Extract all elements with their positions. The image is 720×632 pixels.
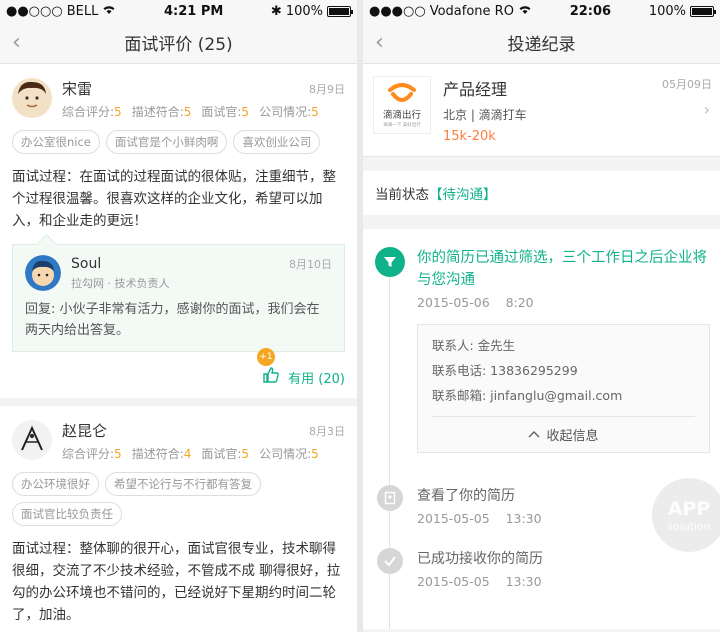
nav-bar: ‹ 投递纪录: [363, 22, 720, 64]
timeline-text: 你的简历已通过筛选，三个工作日之后企业将与您沟通: [417, 250, 707, 288]
chevron-right-icon: ›: [703, 100, 710, 119]
state-label: 当前状态: [375, 187, 429, 203]
avatar[interactable]: [25, 255, 61, 291]
job-salary: 15k-20k: [443, 129, 496, 144]
timeline-text: 已成功接收你的简历: [417, 551, 543, 567]
page-title: 面试评价 (25): [124, 35, 233, 55]
apply-date: 05月09日: [662, 78, 712, 91]
wifi-icon: [102, 4, 116, 19]
reviewer-name: 宋雷: [62, 80, 93, 98]
plus-one-badge: +1: [257, 348, 275, 366]
review-tag: 面试官比较负责任: [12, 502, 122, 526]
score-company: 公司情况:5: [259, 447, 319, 461]
review-tag: 希望不论行与不行都有答复: [105, 472, 261, 496]
review-card: 宋雷 8月9日 综合评分:5 描述符合:5 面试官:5 公司情况:5 办公室很n…: [0, 64, 357, 406]
score-interviewer: 面试官:5: [201, 105, 250, 119]
company-logo: 滴滴出行 滴滴一下 美好出行: [373, 76, 431, 134]
score-overall: 综合评分:5: [62, 105, 122, 119]
score-description: 描述符合:4: [131, 447, 192, 461]
score-description: 描述符合:5: [131, 105, 192, 119]
review-tag: 喜欢创业公司: [233, 130, 321, 154]
score-overall: 综合评分:5: [62, 447, 122, 461]
review-date: 8月3日: [309, 424, 345, 438]
score-interviewer: 面试官:5: [201, 447, 250, 461]
reply-date: 8月10日: [289, 257, 332, 271]
signal-icon: ●●○○○: [6, 3, 63, 19]
current-state: 当前状态 【待沟通】: [363, 171, 720, 215]
contact-info: 联系人: 金先生 联系电话: 13836295299 联系邮箱: jinfang…: [417, 324, 710, 453]
battery-percent: 100%: [648, 3, 686, 19]
resume-viewed-icon: [377, 485, 403, 511]
review-text: 面试过程：在面试的过程面试的很体贴，注重细节，整个过程很温馨。很喜欢这样的企业文…: [12, 169, 336, 229]
avatar[interactable]: [12, 78, 52, 118]
battery-icon: [689, 5, 716, 17]
back-chevron-icon[interactable]: ‹: [12, 30, 21, 55]
timeline-time: 2015-05-05 13:30: [417, 574, 542, 589]
company-reply: Soul 8月10日 拉勾网 · 技术负责人 回复: 小伙子非常有活力，感谢你的…: [12, 244, 345, 352]
score-row: 综合评分:5 描述符合:5 面试官:5 公司情况:5: [62, 103, 345, 120]
review-tag: 办公室很nice: [12, 130, 100, 154]
collapse-info-button[interactable]: 收起信息: [432, 416, 695, 452]
review-tag: 办公环境很好: [12, 472, 99, 496]
filter-icon: [375, 247, 405, 277]
avatar[interactable]: [12, 420, 52, 460]
chevron-up-icon: [528, 427, 541, 442]
tag-list: 办公环境很好 希望不论行与不行都有答复 面试官比较负责任: [12, 472, 345, 526]
reply-text: 回复: 小伙子非常有活力，感谢你的面试，我们会在两天内给出答复。: [25, 302, 320, 338]
status-time: 22:06: [569, 3, 612, 19]
review-text: 面试过程：整体聊的很开心，面试官很专业，技术聊得很细，交流了不少技术经验，不管成…: [12, 541, 341, 623]
timeline-item: 已成功接收你的简历 2015-05-05 13:30: [377, 548, 710, 589]
carrier-label: BELL: [66, 3, 99, 19]
didi-logo-icon: [388, 83, 416, 102]
signal-icon: ●●●○○: [369, 3, 426, 19]
delivery-record-screen: ●●●○○ Vodafone RO 22:06 100% ‹ 投递纪录 滴滴出行…: [363, 0, 720, 632]
tag-list: 办公室很nice 面试官是个小鲜肉啊 喜欢创业公司: [12, 130, 345, 154]
nav-bar: ‹ 面试评价 (25): [0, 22, 357, 64]
status-time: 4:21 PM: [163, 3, 224, 19]
timeline-time: 2015-05-06 8:20: [417, 295, 534, 310]
check-icon: [377, 548, 403, 574]
bluetooth-icon: ✱: [270, 3, 282, 19]
back-chevron-icon[interactable]: ‹: [375, 30, 384, 55]
page-title: 投递纪录: [507, 35, 576, 55]
thumbs-up-icon: [262, 366, 280, 388]
reviewer-name: 赵昆仑: [62, 422, 108, 440]
timeline-item: 你的简历已通过筛选，三个工作日之后企业将与您沟通 2015-05-06 8:20…: [375, 247, 710, 453]
review-card: 赵昆仑 8月3日 综合评分:5 描述符合:4 面试官:5 公司情况:5 办公环境…: [0, 406, 357, 632]
timeline: 你的简历已通过筛选，三个工作日之后企业将与您沟通 2015-05-06 8:20…: [363, 229, 720, 629]
useful-button[interactable]: +1 有用 (20): [12, 348, 345, 388]
replier-name: Soul: [71, 255, 102, 272]
review-date: 8月9日: [309, 82, 345, 96]
watermark-logo: APP solution: [652, 478, 720, 552]
status-bar: ●●●○○ Vodafone RO 22:06 100%: [363, 0, 720, 22]
contact-phone: 联系电话: 13836295299: [432, 363, 578, 378]
wifi-icon: [518, 4, 532, 19]
useful-label: 有用 (20): [288, 371, 345, 387]
score-company: 公司情况:5: [259, 105, 319, 119]
state-value: 【待沟通】: [429, 187, 497, 203]
review-tag: 面试官是个小鲜肉啊: [105, 130, 228, 154]
battery-percent: 100%: [285, 3, 323, 19]
carrier-label: Vodafone RO: [429, 3, 514, 19]
job-company: 北京 | 滴滴打车: [443, 108, 527, 122]
replier-title: 拉勾网 · 技术负责人: [71, 276, 170, 290]
contact-email: 联系邮箱: jinfanglu@gmail.com: [432, 388, 623, 403]
contact-person: 联系人: 金先生: [432, 338, 516, 353]
battery-icon: [327, 5, 353, 17]
reviews-screen: ●●○○○ BELL 4:21 PM ✱ 100% ‹ 面试评价 (25) 宋雷…: [0, 0, 357, 632]
status-bar: ●●○○○ BELL 4:21 PM ✱ 100%: [0, 0, 357, 22]
job-card[interactable]: 滴滴出行 滴滴一下 美好出行 产品经理 北京 | 滴滴打车 15k-20k 05…: [363, 64, 720, 157]
score-row: 综合评分:5 描述符合:4 面试官:5 公司情况:5: [62, 445, 345, 462]
